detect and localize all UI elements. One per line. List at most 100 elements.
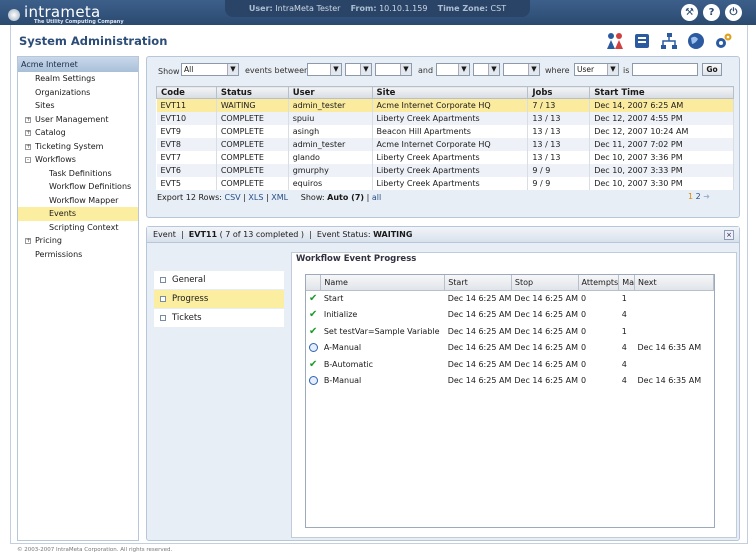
column-header-status[interactable]: Status — [215, 86, 289, 99]
cell-status: COMPLETE — [216, 111, 289, 125]
close-icon[interactable]: × — [724, 230, 734, 240]
state-cell: ✔ — [306, 307, 321, 324]
tab-tickets[interactable]: Tickets — [154, 309, 284, 327]
expand-icon[interactable]: + — [25, 238, 31, 244]
rows-all-link[interactable]: all — [372, 193, 381, 202]
from-day-select[interactable]: ▼ — [345, 63, 372, 76]
table-row[interactable]: EVT11 WAITING admin_tester Acme Internet Co… — [156, 98, 734, 112]
cell-code: EVT5 — [156, 176, 217, 190]
export-xml-link[interactable]: XML — [271, 193, 288, 202]
where-select[interactable]: User ▼ — [574, 63, 619, 76]
table-row[interactable]: EVT10 COMPLETE spuiu Liberty Creek Apartmen… — [156, 111, 734, 125]
globe-icon[interactable] — [686, 31, 706, 51]
cell-start: Dec 14 6:25 AM — [447, 326, 512, 336]
sidebar-item-workflow-definitions[interactable]: Workflow Definitions — [18, 180, 138, 194]
sidebar-item-ticketing-system[interactable]: + Ticketing System — [18, 140, 138, 154]
sidebar-item-label: Workflow Mapper — [49, 195, 119, 205]
to-day-select[interactable]: ▼ — [473, 63, 500, 76]
sidebar-item-permissions[interactable]: Permissions — [18, 248, 138, 262]
table-row[interactable]: EVT8 COMPLETE admin_tester Acme Internet Co… — [156, 137, 734, 151]
tab-bullet-icon — [160, 277, 166, 283]
column-header-jobs[interactable]: Jobs — [527, 86, 591, 99]
column-header-code[interactable]: Code — [156, 86, 217, 99]
page-2-link[interactable]: 2 — [696, 192, 701, 201]
sidebar-item-organizations[interactable]: Organizations — [18, 86, 138, 100]
from-month-select[interactable]: ▼ — [307, 63, 342, 76]
export-xls-link[interactable]: XLS — [248, 193, 263, 202]
sidebar-item-user-management[interactable]: + User Management — [18, 113, 138, 127]
tab-general[interactable]: General — [154, 271, 284, 289]
power-icon[interactable]: ⏻ — [725, 4, 742, 21]
go-button[interactable]: Go — [702, 63, 722, 76]
state-cell — [306, 340, 321, 357]
export-csv-link[interactable]: CSV — [225, 193, 241, 202]
help-icon[interactable]: ? — [703, 4, 720, 21]
column-header-name[interactable]: Name — [320, 275, 446, 291]
catalog-icon[interactable] — [632, 31, 652, 51]
cell-start: Dec 14 6:25 AM — [447, 359, 512, 369]
user-label: User: — [248, 4, 273, 13]
sidebar-item-catalog[interactable]: + Catalog — [18, 126, 138, 140]
cell-jobs: 7 / 13 — [527, 98, 591, 112]
expand-icon[interactable]: + — [25, 116, 31, 123]
table-row[interactable]: EVT9 COMPLETE asingh Beacon Hill Apartments… — [156, 124, 734, 138]
cell-stop: Dec 14 6:25 AM — [514, 343, 578, 353]
cell-max: 4 — [621, 376, 627, 386]
from-year-select[interactable]: ▼ — [375, 63, 412, 76]
table-row[interactable]: B-Manual Dec 14 6:25 AM Dec 14 6:25 AM 0 4 De… — [306, 373, 714, 390]
check-icon: ✔ — [309, 293, 318, 304]
cell-jobs: 13 / 13 — [527, 124, 591, 138]
table-row[interactable]: ✔ Start Dec 14 6:25 AM Dec 14 6:25 AM 0 1 — [306, 290, 714, 307]
tab-label: General — [172, 275, 206, 285]
column-header-next[interactable]: Next — [634, 275, 714, 291]
table-row[interactable]: A-Manual Dec 14 6:25 AM Dec 14 6:25 AM 0 4 De… — [306, 340, 714, 357]
sidebar-item-task-definitions[interactable]: Task Definitions — [18, 167, 138, 181]
users-icon[interactable] — [605, 31, 625, 51]
to-year-select[interactable]: ▼ — [503, 63, 540, 76]
table-row[interactable]: EVT5 COMPLETE equiros Liberty Creek Apartme… — [156, 176, 734, 190]
tab-progress[interactable]: Progress — [154, 290, 284, 308]
table-row[interactable]: ✔ B-Automatic Dec 14 6:25 AM Dec 14 6:25 AM… — [306, 356, 714, 373]
column-header-start[interactable]: Start — [444, 275, 512, 291]
tools-icon[interactable]: ⚒ — [681, 4, 698, 21]
sidebar-item-workflows[interactable]: - Workflows — [18, 153, 138, 167]
tab-bullet-icon — [160, 315, 166, 321]
settings-gears-icon[interactable] — [713, 31, 733, 51]
sidebar-item-realm-settings[interactable]: Realm Settings — [18, 72, 138, 86]
cell-start: Dec 12, 2007 10:24 AM — [589, 124, 734, 138]
sidebar-item-scripting-context[interactable]: Scripting Context — [18, 221, 138, 235]
workflow-progress-title: Workflow Event Progress — [296, 254, 417, 264]
table-row[interactable]: ✔ Set testVar=Sample Variable Dec 14 6:25 … — [306, 323, 714, 340]
column-header-ma[interactable]: Ma — [618, 275, 636, 291]
expand-icon[interactable]: + — [25, 143, 31, 150]
network-icon[interactable] — [659, 31, 679, 51]
chevron-down-icon: ▼ — [458, 64, 469, 75]
rows-auto-option[interactable]: Auto (7) — [327, 193, 364, 202]
cell-code: EVT8 — [156, 137, 217, 151]
sidebar-item-pricing[interactable]: + Pricing — [18, 234, 138, 248]
show-label: Show — [158, 67, 180, 76]
cell-status: COMPLETE — [216, 176, 289, 190]
to-month-select[interactable]: ▼ — [436, 63, 470, 76]
cell-status: COMPLETE — [216, 124, 289, 138]
next-page-icon[interactable]: ➜ — [703, 192, 710, 201]
column-header-user[interactable]: User — [287, 86, 373, 99]
column-header-stop[interactable]: Stop — [511, 275, 579, 291]
is-input[interactable] — [632, 63, 698, 76]
show-select[interactable]: All ▼ — [181, 63, 239, 76]
sidebar-item-sites[interactable]: Sites — [18, 99, 138, 113]
expand-icon[interactable]: + — [25, 130, 31, 136]
table-row[interactable]: EVT7 COMPLETE glando Liberty Creek Apartmen… — [156, 150, 734, 164]
sidebar-item-workflow-mapper[interactable]: Workflow Mapper — [18, 194, 138, 208]
tab-label: Tickets — [172, 313, 202, 323]
page-1-link[interactable]: 1 — [688, 192, 693, 201]
column-header-site[interactable]: Site — [371, 86, 529, 99]
session-info: User: IntraMeta Tester From: 10.10.1.159… — [225, 0, 530, 17]
column-header-start-time[interactable]: Start Time — [589, 86, 734, 99]
table-row[interactable]: EVT6 COMPLETE gmurphy Liberty Creek Apartme… — [156, 163, 734, 177]
collapse-icon[interactable]: - — [25, 157, 31, 163]
column-header-attempts[interactable]: Attempts — [578, 275, 620, 291]
sidebar-item-events[interactable]: Events — [18, 207, 138, 221]
user-value: IntraMeta Tester — [275, 4, 341, 13]
table-row[interactable]: ✔ Initialize Dec 14 6:25 AM Dec 14 6:25 AM 0… — [306, 307, 714, 324]
